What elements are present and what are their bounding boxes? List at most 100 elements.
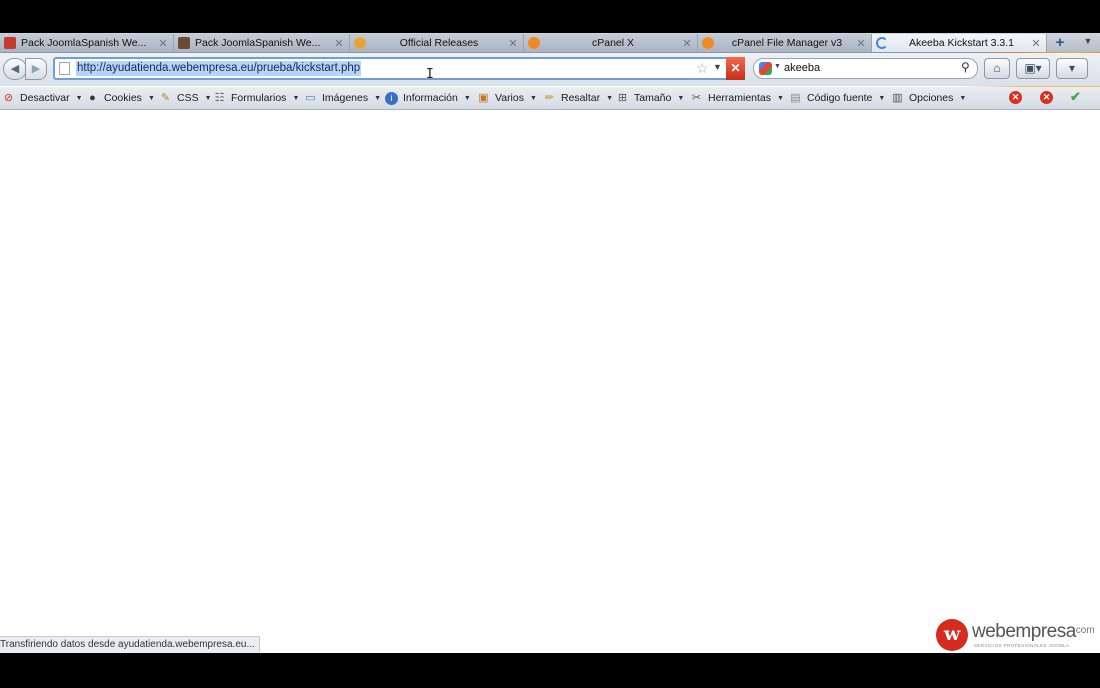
devtool-label: Desactivar <box>20 92 70 104</box>
devtool-formularios[interactable]: ☷ Formularios ▼ <box>213 90 300 106</box>
tab-title: Akeeba Kickstart 3.3.1 <box>908 37 1015 49</box>
tab-title: Official Releases <box>399 37 479 49</box>
close-icon[interactable]: ✕ <box>333 37 345 50</box>
devtool-tamano[interactable]: ⊞ Tamaño ▼ <box>616 90 684 106</box>
misc-icon: ▣ <box>478 91 489 104</box>
history-dropdown-icon[interactable]: ▼ <box>713 62 722 72</box>
page-icon <box>59 62 70 75</box>
devtool-label: Información <box>403 92 458 104</box>
disable-icon: ⊘ <box>3 91 14 104</box>
devtool-cookies[interactable]: ● Cookies ▼ <box>86 90 155 106</box>
devtool-resaltar[interactable]: ✏ Resaltar ▼ <box>543 90 613 106</box>
chevron-down-icon: ▼ <box>374 94 382 102</box>
tab-title: Pack JoomlaSpanish We... <box>21 37 147 49</box>
extension-button[interactable]: ▾ <box>1056 58 1088 79</box>
forward-button[interactable]: ▶ <box>25 58 47 80</box>
tab-pack-joomlaspanish-1[interactable]: Pack JoomlaSpanish We... ✕ <box>0 34 174 52</box>
new-tab-button[interactable]: + <box>1050 34 1070 52</box>
url-text[interactable]: http://ayudatienda.webempresa.eu/prueba/… <box>76 61 362 76</box>
outline-icon: ✏ <box>544 91 555 104</box>
close-icon[interactable]: ✕ <box>1030 37 1042 50</box>
devtool-label: Tamaño <box>634 92 672 104</box>
tab-official-releases[interactable]: Official Releases ✕ <box>350 34 524 52</box>
chevron-down-icon: ▼ <box>959 94 967 102</box>
stop-button[interactable]: ✕ <box>726 57 745 80</box>
search-icon[interactable]: ⚲ <box>961 60 970 74</box>
chevron-down-icon: ▼ <box>75 94 83 102</box>
devtool-label: Formularios <box>231 92 287 104</box>
devtool-opciones[interactable]: ▥ Opciones ▼ <box>891 90 966 106</box>
tab-pack-joomlaspanish-2[interactable]: Pack JoomlaSpanish We... ✕ <box>174 34 350 52</box>
forms-icon: ☷ <box>214 91 225 104</box>
cpanel-icon <box>702 37 714 49</box>
text-cursor-icon: I <box>426 67 434 82</box>
back-button[interactable]: ◀ <box>3 58 27 80</box>
loading-icon <box>876 37 888 49</box>
tab-list-button[interactable]: ▼ <box>1080 36 1096 50</box>
logo-text: webempresa <box>972 621 1076 642</box>
devtool-label: Código fuente <box>807 92 873 104</box>
web-developer-toolbar: ⊘ Desactivar ▼ ● Cookies ▼ ✎ CSS ▼ ☷ Formul… <box>0 87 1100 110</box>
webempresa-logo-mark: w <box>936 619 968 651</box>
google-icon[interactable] <box>759 62 772 75</box>
devtool-label: Imágenes <box>322 92 369 104</box>
joomlaspanish-icon <box>178 37 190 49</box>
chevron-down-icon: ▼ <box>529 94 537 102</box>
css-icon: ✎ <box>160 91 171 104</box>
webempresa-logo: w webempresa .com SERVICIOS PROFESIONALE… <box>936 619 1100 653</box>
devtool-label: CSS <box>177 92 199 104</box>
devtool-herramientas[interactable]: ✂ Herramientas ▼ <box>690 90 784 106</box>
browser-window: Pack JoomlaSpanish We... ✕ Pack JoomlaSp… <box>0 33 1100 653</box>
devtool-label: Opciones <box>909 92 954 104</box>
tab-cpanel-x[interactable]: cPanel X ✕ <box>524 34 698 52</box>
close-icon[interactable]: ✕ <box>1009 91 1022 104</box>
chevron-down-icon: ▼ <box>463 94 471 102</box>
chevron-down-icon: ▼ <box>606 94 614 102</box>
close-icon[interactable]: ✕ <box>507 37 519 50</box>
options-icon: ▥ <box>892 91 903 104</box>
close-icon[interactable]: ✕ <box>1040 91 1053 104</box>
devtool-css[interactable]: ✎ CSS ▼ <box>159 90 212 106</box>
joomlaspanish-icon <box>4 37 16 49</box>
bookmark-star-icon[interactable]: ☆ <box>696 60 709 77</box>
chevron-down-icon: ▼ <box>677 94 685 102</box>
devtool-desactivar[interactable]: ⊘ Desactivar ▼ <box>2 90 83 106</box>
tab-title: Pack JoomlaSpanish We... <box>195 37 321 49</box>
devtool-label: Varios <box>495 92 524 104</box>
view-source-icon: ▤ <box>790 91 801 104</box>
images-icon: ▭ <box>305 91 316 104</box>
devtool-label: Cookies <box>104 92 142 104</box>
status-bar: Transfiriendo datos desde ayudatienda.we… <box>0 636 260 653</box>
cpanel-icon <box>528 37 540 49</box>
devtool-label: Herramientas <box>708 92 772 104</box>
screenshot-button[interactable]: ▣▾ <box>1016 58 1050 79</box>
address-bar[interactable]: http://ayudatienda.webempresa.eu/prueba/… <box>53 57 745 80</box>
resize-icon: ⊞ <box>617 91 628 104</box>
tools-icon: ✂ <box>691 91 702 104</box>
tab-title: cPanel X <box>591 37 635 49</box>
logo-suffix: .com <box>1073 625 1095 636</box>
devtool-varios[interactable]: ▣ Varios ▼ <box>477 90 537 106</box>
devtool-codigo-fuente[interactable]: ▤ Código fuente ▼ <box>789 90 885 106</box>
joomla-icon <box>354 37 366 49</box>
search-input[interactable]: akeeba <box>784 62 820 74</box>
home-button[interactable]: ⌂ <box>984 58 1010 79</box>
information-icon: i <box>385 91 398 105</box>
tab-strip: Pack JoomlaSpanish We... ✕ Pack JoomlaSp… <box>0 33 1100 53</box>
chevron-down-icon: ▼ <box>777 94 784 102</box>
search-bar[interactable]: ▼ akeeba ⚲ <box>753 58 978 79</box>
close-icon[interactable]: ✕ <box>157 37 169 50</box>
devtool-label: Resaltar <box>561 92 601 104</box>
checkmark-icon[interactable]: ✔ <box>1070 89 1081 105</box>
devtool-imagenes[interactable]: ▭ Imágenes ▼ <box>304 90 381 106</box>
close-icon[interactable]: ✕ <box>855 37 867 50</box>
close-icon[interactable]: ✕ <box>681 37 693 50</box>
logo-tagline: SERVICIOS PROFESIONALES JOOMLA <box>974 643 1070 648</box>
tab-akeeba-kickstart[interactable]: Akeeba Kickstart 3.3.1 ✕ <box>872 34 1047 52</box>
devtool-informacion[interactable]: i Información ▼ <box>385 90 471 106</box>
chevron-down-icon[interactable]: ▼ <box>774 63 781 70</box>
tab-cpanel-file-manager[interactable]: cPanel File Manager v3 ✕ <box>698 34 872 52</box>
chevron-down-icon: ▼ <box>147 94 155 102</box>
cookies-icon: ● <box>89 91 96 104</box>
chevron-down-icon: ▼ <box>204 94 212 102</box>
